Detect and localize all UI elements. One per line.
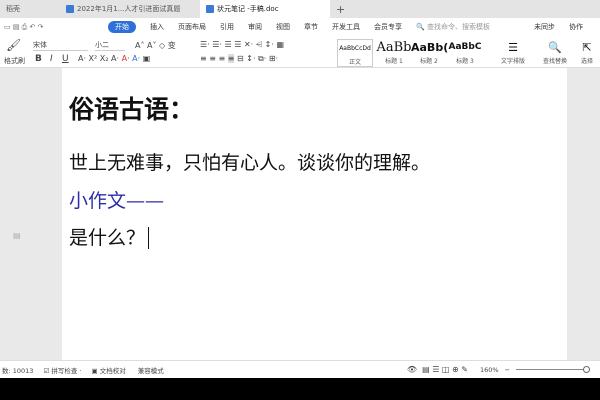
style-heading-1[interactable]: AaBb 标题 1 bbox=[375, 39, 413, 65]
style-heading-2[interactable]: AaBb( 标题 2 bbox=[411, 39, 449, 65]
tab-daoke[interactable]: 稻壳 bbox=[0, 0, 60, 18]
zoom-out-button[interactable]: − bbox=[505, 366, 510, 374]
ribbon-toolbar: 🖌 格式刷 宋体 小二 B I U A˄ A˅ ◇ 变 A· X² X₂ A· … bbox=[0, 36, 600, 68]
doc-line-text: 是什么？ bbox=[69, 227, 146, 249]
text-cursor: ​ bbox=[148, 227, 150, 249]
italic-button[interactable]: I bbox=[50, 54, 53, 64]
menu-start[interactable]: 开始 bbox=[108, 21, 136, 33]
compat-mode: 兼容模式 bbox=[137, 366, 164, 375]
document-area: ▤ 俗语古语： 世上无难事，只怕有心人。谈谈你的理解。 小作文—— 是什么？​ bbox=[0, 68, 600, 360]
tab-label: 状元笔记 -手稿.doc bbox=[217, 5, 279, 13]
style-sample: AaBb( bbox=[411, 41, 449, 54]
sync-status[interactable]: 未同步 bbox=[534, 22, 555, 32]
list-icons[interactable]: ☰· ☰· ☰ ☰ ✕· ⩤ ↕· ▦ bbox=[200, 40, 284, 50]
tab-interview[interactable]: 2022年1月1...人才引进面试真题 bbox=[60, 0, 200, 18]
word-count[interactable]: 数: 10013 bbox=[2, 365, 33, 375]
style-heading-3[interactable]: AaBbC 标题 3 bbox=[447, 39, 483, 65]
zoom-slider-handle[interactable] bbox=[583, 366, 590, 373]
style-sample: AaBb bbox=[376, 40, 412, 55]
spell-label: 拼写检查 bbox=[51, 366, 78, 375]
status-bar: 数: 10013 ☑ 拼写检查 · ▣ 文档校对 兼容模式 👁 ▤ ☰ ◫ ⊕ … bbox=[0, 360, 600, 378]
style-label: 正文 bbox=[348, 59, 361, 66]
zoom-slider[interactable] bbox=[516, 366, 590, 373]
format-painter-icon[interactable]: 🖌 bbox=[6, 38, 21, 52]
menu-layout[interactable]: 页面布局 bbox=[178, 22, 206, 32]
style-label: 标题 3 bbox=[456, 58, 474, 65]
bold-button[interactable]: B bbox=[35, 54, 42, 64]
doc-icon bbox=[66, 5, 74, 13]
style-normal[interactable]: AaBbCcDd 正文 bbox=[337, 39, 373, 67]
text-layout-icon: ☰ bbox=[508, 41, 518, 54]
doc-line-blue[interactable]: 小作文—— bbox=[69, 186, 164, 213]
cursor-icon: ⇱ bbox=[582, 41, 592, 54]
menu-insert[interactable]: 插入 bbox=[150, 22, 164, 32]
find-replace-button[interactable]: 🔍 查找替换 bbox=[538, 39, 572, 65]
font-grow-shrink-icons[interactable]: A˄ A˅ ◇ 变 bbox=[135, 40, 176, 51]
menu-view[interactable]: 视图 bbox=[276, 22, 290, 32]
style-label: 标题 2 bbox=[420, 58, 438, 65]
menu-chapter[interactable]: 章节 bbox=[304, 22, 318, 32]
doc-line[interactable]: 世上无难事，只怕有心人。谈谈你的理解。 bbox=[69, 148, 430, 175]
button-label: 文字排版 bbox=[500, 58, 525, 65]
font-select[interactable]: 宋体 bbox=[33, 40, 88, 51]
doc-line[interactable]: 是什么？​ bbox=[69, 223, 150, 250]
doc-icon bbox=[206, 5, 214, 13]
document-page[interactable]: 俗语古语： 世上无难事，只怕有心人。谈谈你的理解。 小作文—— 是什么？​ bbox=[62, 68, 567, 360]
menu-review[interactable]: 审阅 bbox=[248, 22, 262, 32]
menu-references[interactable]: 引用 bbox=[220, 22, 234, 32]
quick-access-icons[interactable]: ▭ ▤ ⎙ ↶ ↷ bbox=[4, 23, 94, 32]
view-mode-icons[interactable]: 👁 ▤ ☰ ◫ ⊕ ✎ bbox=[407, 365, 468, 374]
magnifier-icon: 🔍 bbox=[548, 41, 562, 54]
proofread[interactable]: ▣ 文档校对 bbox=[91, 365, 125, 375]
font-size-select[interactable]: 小二 bbox=[95, 40, 125, 51]
tab-label: 2022年1月1...人才引进面试真题 bbox=[77, 5, 181, 13]
menu-bar: ▭ ▤ ⎙ ↶ ↷ 开始 插入 页面布局 引用 审阅 视图 章节 开发工具 会员… bbox=[0, 18, 600, 36]
collab-button[interactable]: 协作 bbox=[569, 22, 583, 32]
menu-developer[interactable]: 开发工具 bbox=[332, 22, 360, 32]
select-button[interactable]: ⇱ 选择 bbox=[574, 39, 600, 65]
text-layout-button[interactable]: ☰ 文字排版 bbox=[496, 39, 530, 65]
doc-heading[interactable]: 俗语古语： bbox=[69, 90, 194, 126]
tab-label: 稻壳 bbox=[6, 5, 20, 13]
menu-member[interactable]: 会员专享 bbox=[374, 22, 402, 32]
button-label: 查找替换 bbox=[542, 58, 567, 65]
text-effects-icons[interactable]: A· X² X₂ A· A· A· ▣ bbox=[78, 54, 150, 63]
zoom-level[interactable]: 160% bbox=[480, 366, 499, 374]
paragraph-icon[interactable]: ▤ bbox=[13, 231, 21, 240]
proof-label: 文档校对 bbox=[99, 366, 126, 375]
format-painter-label[interactable]: 格式刷 bbox=[4, 56, 25, 66]
tab-notes[interactable]: 状元笔记 -手稿.doc bbox=[200, 0, 330, 18]
command-search[interactable]: 🔍 查找命令、搜索模板 bbox=[416, 22, 490, 32]
align-icons[interactable]: ≡ ≡ ≡ ≡ ⊟ ↕· ⧉· ⊞· bbox=[200, 54, 278, 64]
style-sample: AaBbCcDd bbox=[339, 45, 371, 52]
search-placeholder: 查找命令、搜索模板 bbox=[426, 23, 490, 31]
new-tab-button[interactable]: + bbox=[330, 0, 351, 18]
style-sample: AaBbC bbox=[448, 42, 482, 52]
tab-bar: 稻壳 2022年1月1...人才引进面试真题 状元笔记 -手稿.doc + bbox=[0, 0, 600, 18]
spell-check[interactable]: ☑ 拼写检查 · bbox=[43, 365, 81, 375]
underline-button[interactable]: U bbox=[62, 54, 69, 64]
style-label: 标题 1 bbox=[385, 58, 403, 65]
button-label: 选择 bbox=[580, 58, 593, 65]
